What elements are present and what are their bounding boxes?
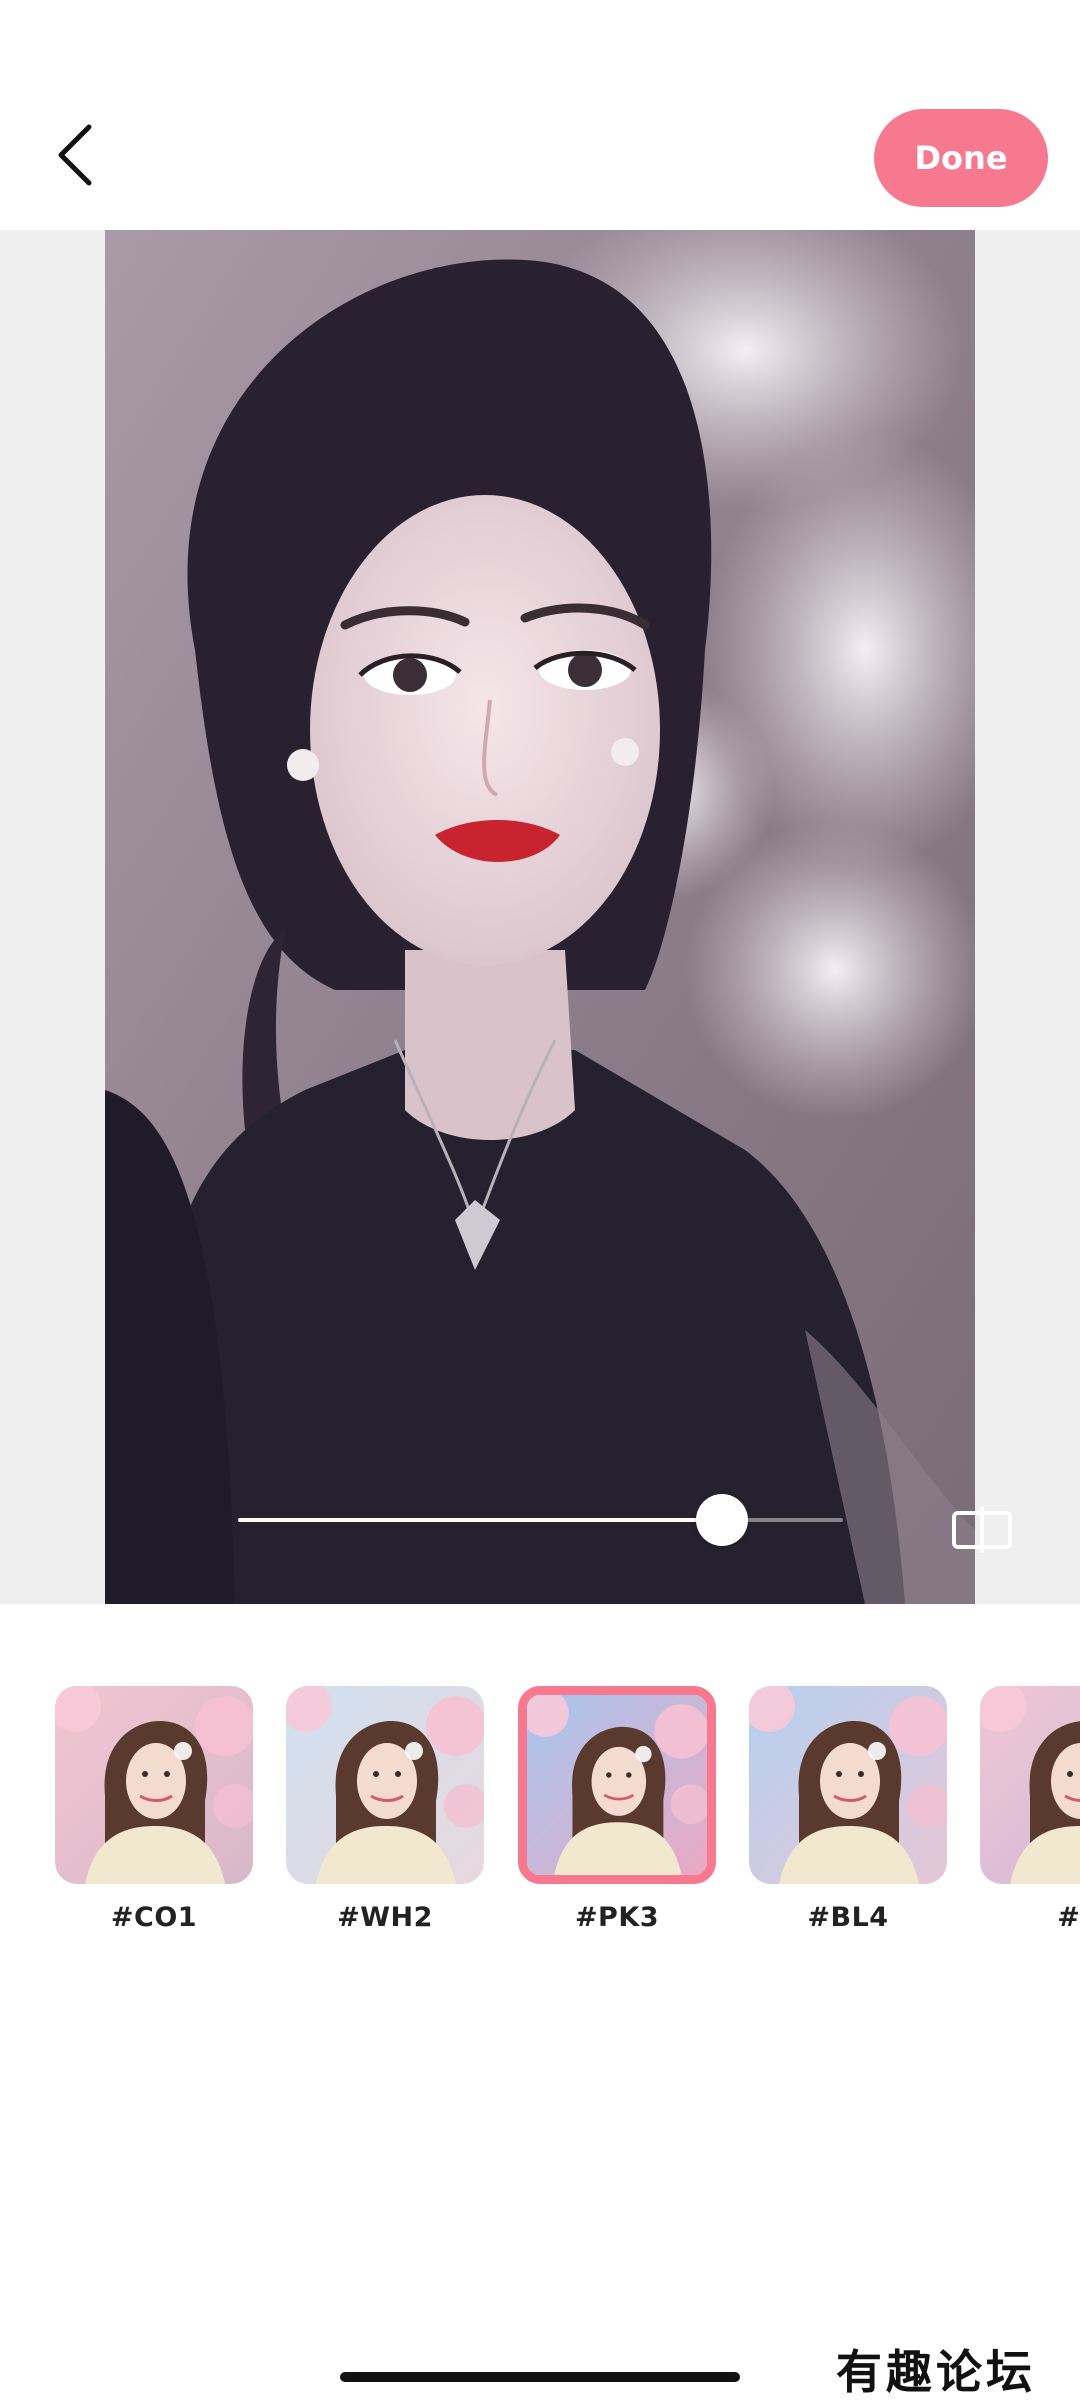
filter-label: #BL4: [807, 1902, 889, 1933]
chevron-left-icon: [58, 124, 92, 186]
done-button[interactable]: Done: [874, 109, 1048, 207]
edited-photo[interactable]: [105, 230, 975, 1604]
intensity-slider[interactable]: [238, 1494, 843, 1546]
compare-icon: [952, 1507, 1012, 1553]
slider-track-fill: [238, 1518, 722, 1522]
filter-thumbnail: [749, 1686, 947, 1884]
watermark-logo: 有趣论坛: [836, 2345, 1036, 2399]
filter-thumbnail: [55, 1686, 253, 1884]
filter-item[interactable]: #CO1: [55, 1686, 253, 1933]
filter-item[interactable]: #BL4: [749, 1686, 947, 1933]
slider-thumb[interactable]: [696, 1494, 748, 1546]
photo-canvas: [0, 230, 1080, 1604]
filter-thumbnail: [286, 1686, 484, 1884]
compare-button[interactable]: [950, 1505, 1016, 1555]
filter-label: #CO1: [110, 1902, 198, 1933]
filter-strip: #CO1 #WH2 #PK3 #BL4 #P: [0, 1686, 1080, 1946]
home-indicator[interactable]: [340, 2372, 740, 2382]
filter-thumbnail: [980, 1686, 1080, 1884]
filter-label: #WH2: [337, 1902, 433, 1933]
filter-item[interactable]: #PK3: [518, 1686, 716, 1933]
filter-label: #PK3: [574, 1902, 660, 1933]
filter-item[interactable]: #WH2: [286, 1686, 484, 1933]
filter-item[interactable]: #P: [980, 1686, 1080, 1933]
back-button[interactable]: [40, 110, 110, 200]
filter-thumbnail: [518, 1686, 716, 1884]
filter-editor-screen: Done #CO1 #WH2 #PK3 #BL4 # 有趣论坛: [0, 0, 1080, 2400]
filter-label: #P: [1057, 1902, 1080, 1933]
